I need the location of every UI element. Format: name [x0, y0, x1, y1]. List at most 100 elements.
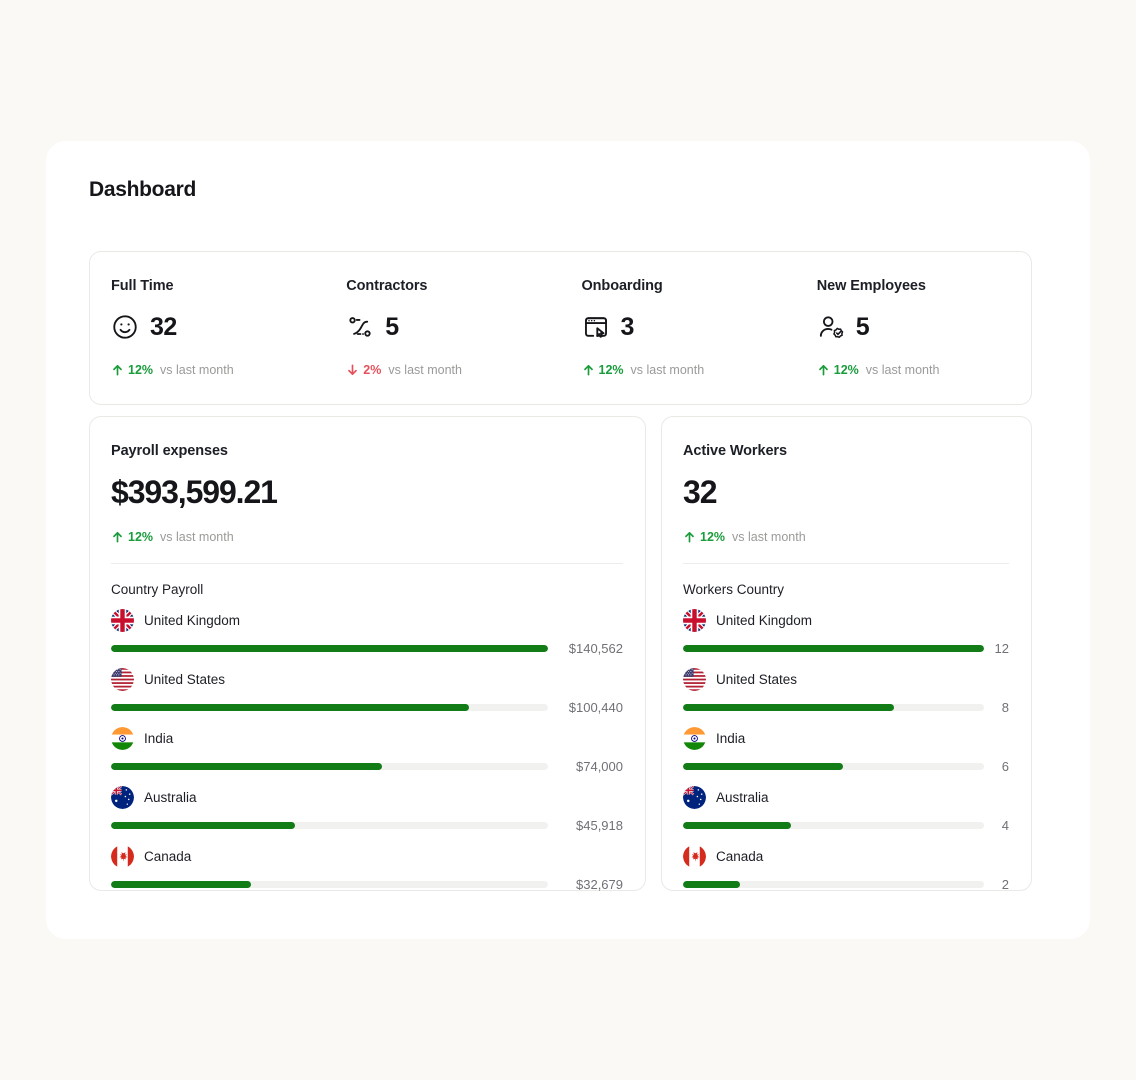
stat-card-new-employees: New Employees 5 12% vs last month: [796, 252, 1031, 404]
value-label: 8: [993, 700, 1009, 715]
list-item: Canada $32,679: [111, 844, 623, 892]
india-flag-icon: [683, 727, 706, 750]
stat-main: 3: [582, 310, 796, 344]
list-item: India$74,000: [111, 726, 623, 774]
stat-value: 5: [856, 315, 869, 340]
us-flag-icon: [111, 668, 134, 691]
progress-fill: [683, 881, 740, 888]
country-name: United Kingdom: [716, 613, 812, 628]
us-flag-icon: [111, 668, 134, 691]
us-flag-icon: [683, 668, 706, 691]
trend-percent: 12%: [128, 530, 153, 544]
progress-fill: [683, 822, 791, 829]
value-label: $32,679: [557, 877, 623, 892]
progress-row: 2: [683, 877, 1009, 892]
progress-track: [111, 822, 548, 829]
australia-flag-icon: [111, 786, 134, 809]
country-name: Canada: [144, 849, 191, 864]
progress-fill: [111, 881, 251, 888]
stat-trend: 12% vs last month: [817, 363, 1031, 377]
trend-note: vs last month: [160, 363, 234, 377]
progress-fill: [683, 763, 843, 770]
value-label: 6: [993, 759, 1009, 774]
progress-track: [111, 881, 548, 888]
panel-title: Active Workers: [683, 443, 1009, 459]
progress-fill: [683, 704, 894, 711]
value-label: 2: [993, 877, 1009, 892]
australia-flag-icon: [683, 786, 706, 809]
trend-note: vs last month: [732, 530, 806, 544]
country-name: United States: [144, 672, 225, 687]
stat-trend: 12% vs last month: [582, 363, 796, 377]
active-workers-count: 32: [683, 476, 1009, 508]
list-item: United States 8: [683, 667, 1009, 715]
canada-flag-icon: [111, 845, 134, 868]
progress-row: $45,918: [111, 818, 623, 833]
list-item: India 6: [683, 726, 1009, 774]
progress-track: [683, 763, 984, 770]
uk-flag-icon: [111, 609, 134, 632]
country-name: United Kingdom: [144, 613, 240, 628]
country-name: India: [716, 731, 745, 746]
stat-main: 32: [111, 310, 325, 344]
progress-fill: [111, 704, 469, 711]
country-payroll-title: Country Payroll: [111, 582, 623, 597]
progress-fill: [111, 822, 295, 829]
list-item: Australia4: [683, 785, 1009, 833]
payroll-amount: $393,599.21: [111, 476, 623, 508]
canada-flag-icon: [111, 845, 134, 868]
scatter-trend-icon: [346, 313, 374, 341]
country-name: United States: [716, 672, 797, 687]
stat-value: 32: [150, 315, 177, 340]
arrow-down-icon: [346, 363, 359, 377]
stat-label: New Employees: [817, 278, 1031, 294]
detail-panels: Payroll expenses $393,599.21 12% vs last…: [89, 416, 1032, 891]
progress-row: $140,562: [111, 641, 623, 656]
arrow-up-icon: [582, 363, 595, 377]
list-item: Canada2: [683, 844, 1009, 892]
progress-track: [111, 704, 548, 711]
user-check-icon: [817, 313, 845, 341]
uk-flag-icon: [683, 609, 706, 632]
payroll-expenses-panel: Payroll expenses $393,599.21 12% vs last…: [89, 416, 646, 891]
stat-main: 5: [346, 310, 560, 344]
panel-title: Payroll expenses: [111, 443, 623, 459]
progress-row: $32,679: [111, 877, 623, 892]
active-workers-panel: Active Workers 32 12% vs last month Work…: [661, 416, 1032, 891]
payroll-trend: 12% vs last month: [111, 530, 623, 544]
trend-percent: 12%: [599, 363, 624, 377]
value-label: $74,000: [557, 759, 623, 774]
value-label: 12: [993, 641, 1009, 656]
country-name: Australia: [716, 790, 769, 805]
value-label: $45,918: [557, 818, 623, 833]
progress-track: [683, 704, 984, 711]
stat-card-contractors: Contractors 5 2% vs last month: [325, 252, 560, 404]
progress-track: [683, 822, 984, 829]
workers-country-title: Workers Country: [683, 582, 1009, 597]
stat-label: Full Time: [111, 278, 325, 294]
us-flag-icon: [683, 668, 706, 691]
stat-label: Contractors: [346, 278, 560, 294]
india-flag-icon: [111, 727, 134, 750]
stat-trend: 12% vs last month: [111, 363, 325, 377]
arrow-up-icon: [111, 530, 124, 544]
stat-card-full-time: Full Time 32 12% vs last month: [90, 252, 325, 404]
list-item: United Kingdom 12: [683, 608, 1009, 656]
progress-row: $100,440: [111, 700, 623, 715]
list-item: United Kingdom $140,562: [111, 608, 623, 656]
browser-cursor-icon: [582, 313, 610, 341]
stat-card-onboarding: Onboarding 3 12% vs last month: [561, 252, 796, 404]
dashboard-card: Dashboard Full Time 32 12% vs last: [46, 141, 1090, 939]
progress-row: 8: [683, 700, 1009, 715]
list-item-header: United States: [683, 667, 1009, 692]
country-payroll-list: United Kingdom$140,562 United States$1: [111, 608, 623, 892]
uk-flag-icon: [683, 609, 706, 632]
progress-track: [683, 881, 984, 888]
trend-percent: 2%: [363, 363, 381, 377]
page-title: Dashboard: [89, 178, 196, 202]
workers-country-list: United Kingdom 12 United States 8: [683, 608, 1009, 892]
progress-fill: [111, 763, 382, 770]
value-label: $100,440: [557, 700, 623, 715]
divider: [683, 563, 1009, 564]
progress-row: 12: [683, 641, 1009, 656]
